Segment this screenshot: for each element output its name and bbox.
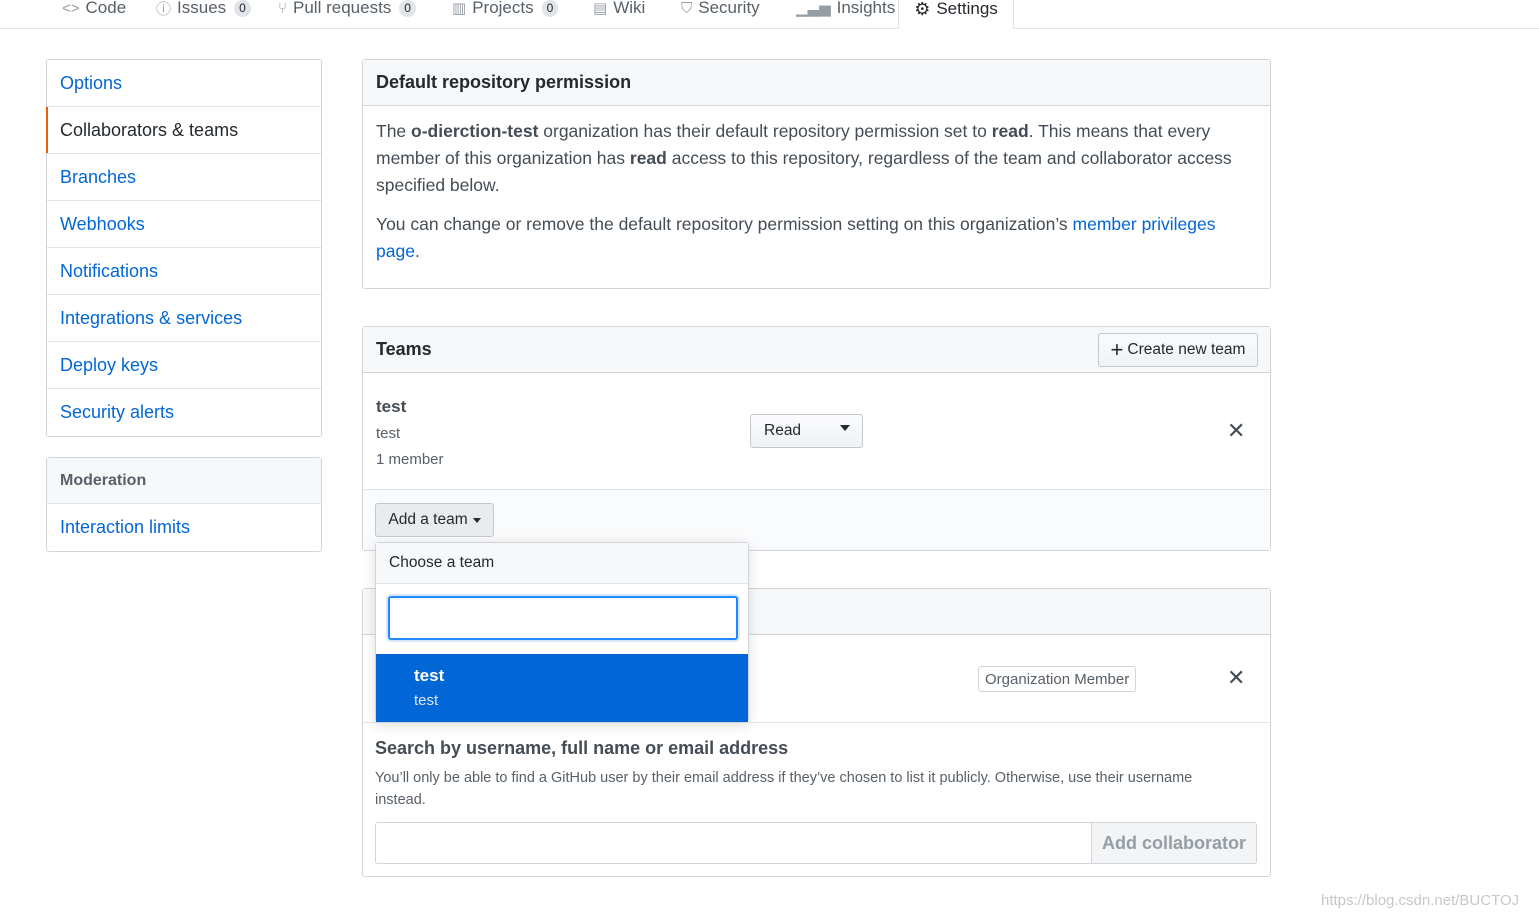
teams-title-text: Teams (376, 339, 432, 359)
organization-member-badge: Organization Member (978, 666, 1137, 692)
team-filter-input[interactable] (388, 596, 738, 640)
tab-pull-requests-label: Pull requests (293, 0, 392, 17)
tab-insights[interactable]: ▁▃▅ Insights (796, 0, 895, 22)
tab-code-label: Code (85, 0, 127, 17)
dropdown-team-description: test (414, 692, 439, 709)
tab-security-label: Security (698, 0, 760, 17)
issue-icon: ⓘ (156, 0, 172, 18)
choose-team-dropdown: Choose a team test test (375, 542, 749, 722)
menu-item-collaborators-teams[interactable]: Collaborators & teams (46, 107, 321, 154)
team-permission-value: Read (764, 422, 802, 439)
plus-icon: + (1110, 337, 1124, 362)
team-description: test (376, 425, 401, 442)
tab-security[interactable]: ⛉ Security (681, 0, 760, 22)
moderation-menu: Moderation Interaction limits (46, 457, 322, 552)
tab-settings-label: Settings (936, 0, 998, 18)
issues-counter: 0 (234, 0, 251, 17)
permission-change-end: . (414, 241, 420, 261)
add-team-footer (363, 489, 1270, 550)
permission-text-2: organization has their default repositor… (538, 121, 992, 141)
remove-collaborator-icon[interactable]: ✕ (1227, 667, 1245, 689)
tab-wiki[interactable]: ▤ Wiki (593, 0, 645, 22)
menu-item-integrations-services[interactable]: Integrations & services (47, 295, 321, 342)
pull-requests-counter: 0 (399, 0, 416, 17)
tab-pull-requests[interactable]: ⑂ Pull requests 0 (278, 0, 416, 22)
book-icon: ▤ (593, 0, 608, 17)
team-name[interactable]: test (376, 397, 406, 417)
pull-request-icon: ⑂ (278, 0, 288, 17)
tab-issues-label: Issues (177, 0, 227, 17)
team-permission-select[interactable]: Read (750, 414, 863, 448)
create-new-team-button[interactable]: + Create new team (1098, 333, 1258, 367)
menu-item-deploy-keys[interactable]: Deploy keys (47, 342, 321, 389)
tab-issues[interactable]: ⓘ Issues 0 (156, 0, 251, 22)
choose-team-header: Choose a team (376, 543, 748, 584)
caret-down-icon (472, 517, 481, 523)
tab-projects-label: Projects (472, 0, 534, 17)
collaborator-search-input[interactable] (375, 822, 1092, 864)
permission-change-text: You can change or remove the default rep… (376, 214, 1073, 234)
search-collaborator-note: You’ll only be able to find a GitHub use… (375, 770, 1193, 808)
tab-insights-label: Insights (836, 0, 896, 17)
add-team-label: Add a team (388, 511, 468, 528)
default-permission-title: Default repository permission (363, 60, 1270, 106)
permission-level: read (991, 121, 1029, 141)
permission-change-paragraph: You can change or remove the default rep… (376, 211, 1257, 265)
add-collaborator-button[interactable]: Add collaborator (1091, 822, 1257, 864)
dropdown-team-option[interactable]: test test (376, 654, 748, 722)
moderation-heading: Moderation (47, 458, 321, 504)
create-new-team-label: Create new team (1127, 341, 1246, 358)
search-collaborator-title: Search by username, full name or email a… (375, 738, 789, 758)
menu-item-branches[interactable]: Branches (47, 154, 321, 201)
watermark: https://blog.csdn.net/BUCTOJ (1321, 892, 1520, 909)
teams-box: Teams + Create new team test test 1 memb… (362, 326, 1271, 551)
settings-menu: Options Collaborators & teams Branches W… (46, 59, 322, 437)
tab-projects[interactable]: ▥ Projects 0 (452, 0, 559, 22)
repo-tabnav: <> Code ⓘ Issues 0 ⑂ Pull requests 0 ▥ P… (0, 0, 1539, 29)
gear-icon: ⚙ (914, 0, 931, 19)
permission-level-2: read (629, 148, 667, 168)
projects-counter: 0 (541, 0, 559, 17)
dropdown-team-name: test (414, 666, 445, 685)
default-permission-body: The o-dierction-test organization has th… (363, 106, 1270, 289)
tab-settings[interactable]: ⚙ Settings (898, 0, 1014, 29)
add-team-button[interactable]: Add a team (375, 503, 494, 537)
remove-team-icon[interactable]: ✕ (1227, 420, 1245, 442)
permission-paragraph: The o-dierction-test organization has th… (376, 118, 1257, 199)
menu-item-interaction-limits[interactable]: Interaction limits (47, 504, 321, 551)
permission-text-1: The (376, 121, 412, 141)
team-members-count[interactable]: 1 member (376, 451, 444, 468)
tab-code[interactable]: <> Code (62, 0, 126, 22)
code-icon: <> (62, 0, 80, 17)
menu-item-options[interactable]: Options (47, 60, 321, 107)
menu-item-webhooks[interactable]: Webhooks (47, 201, 321, 248)
graph-icon: ▁▃▅ (796, 0, 831, 17)
collaborators-divider (363, 722, 1270, 723)
tab-wiki-label: Wiki (613, 0, 646, 17)
org-name: o-dierction-test (411, 121, 539, 141)
default-permission-box: Default repository permission The o-dier… (362, 59, 1271, 289)
caret-down-icon (840, 425, 850, 431)
project-icon: ▥ (452, 0, 467, 17)
shield-icon: ⛉ (681, 0, 693, 17)
menu-item-notifications[interactable]: Notifications (47, 248, 321, 295)
menu-item-security-alerts[interactable]: Security alerts (47, 389, 321, 436)
